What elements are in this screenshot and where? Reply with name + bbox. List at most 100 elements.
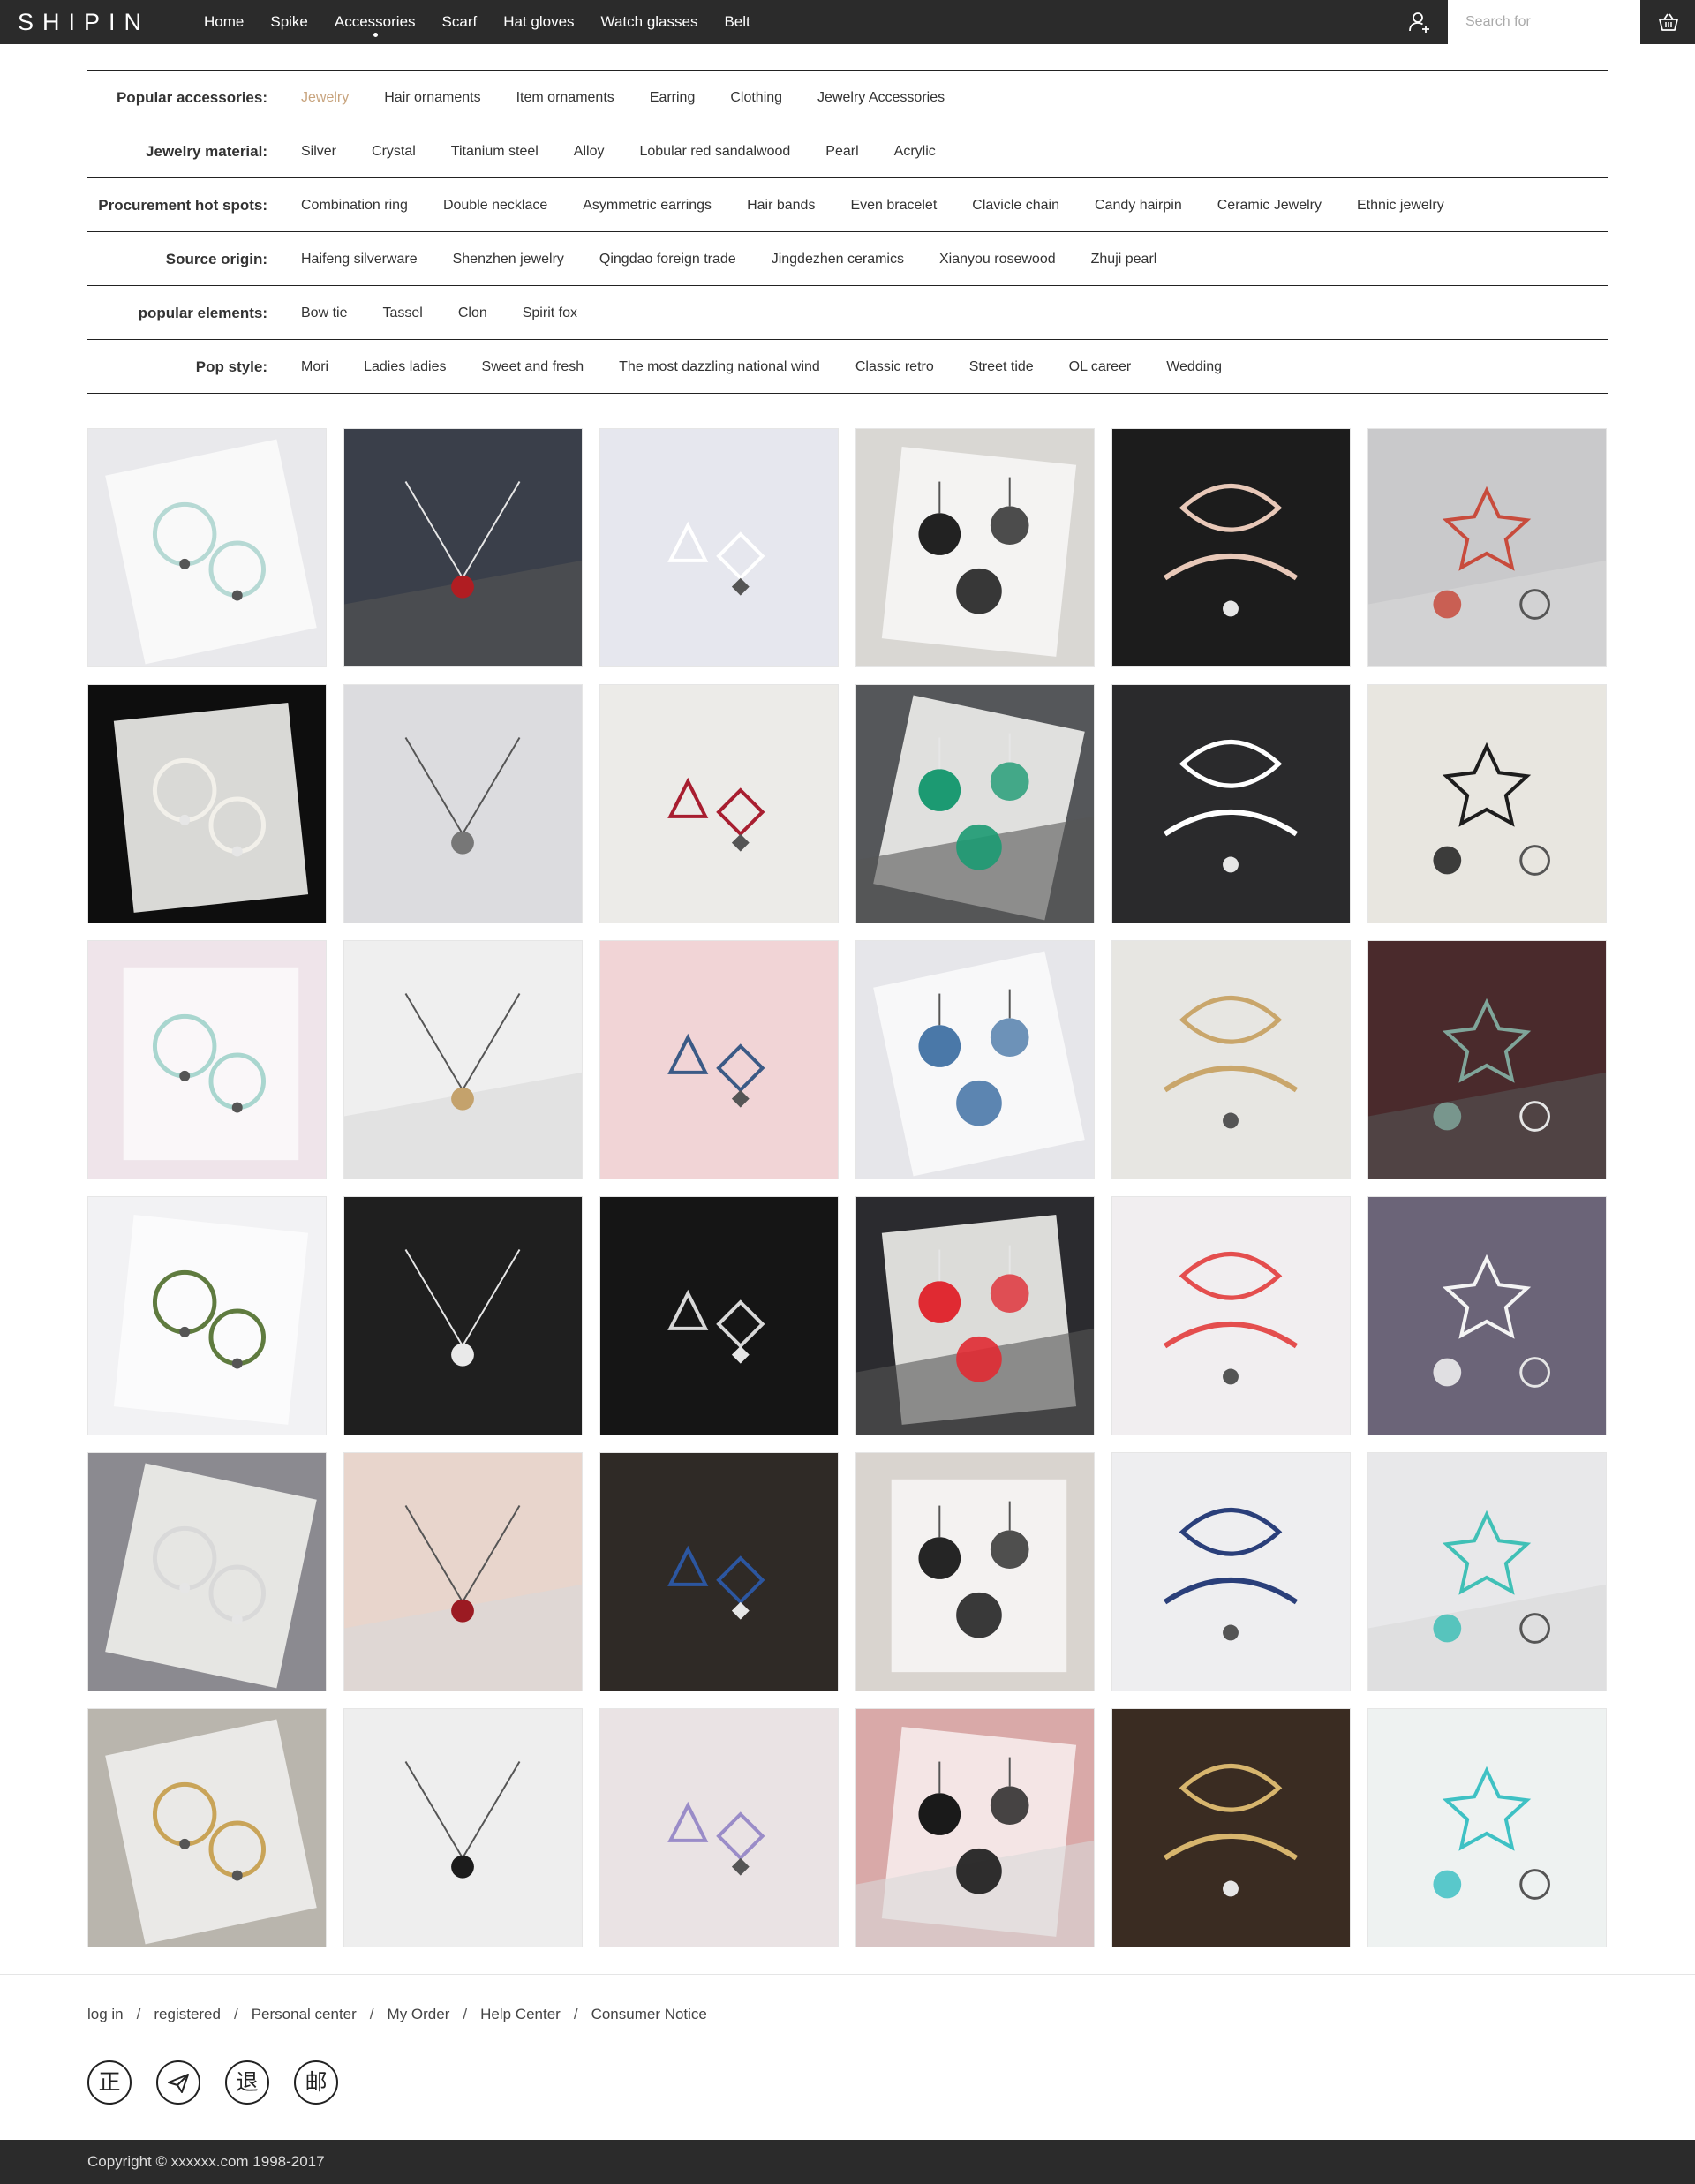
- product-thumbnail[interactable]: [855, 428, 1095, 667]
- filter-option[interactable]: Titanium steel: [451, 124, 539, 178]
- product-thumbnail[interactable]: [87, 940, 327, 1179]
- product-thumbnail[interactable]: [1111, 1196, 1351, 1435]
- product-thumbnail[interactable]: [1367, 684, 1607, 923]
- filter-option[interactable]: Jingdezhen ceramics: [772, 232, 904, 286]
- product-thumbnail[interactable]: [599, 940, 839, 1179]
- filter-option[interactable]: Haifeng silverware: [301, 232, 418, 286]
- product-thumbnail[interactable]: [1111, 940, 1351, 1179]
- genuine-icon[interactable]: 正: [87, 2060, 132, 2105]
- filter-option[interactable]: Jewelry: [301, 71, 349, 124]
- filter-option[interactable]: Lobular red sandalwood: [639, 124, 790, 178]
- product-thumbnail[interactable]: [1367, 1708, 1607, 1947]
- filter-option[interactable]: Tassel: [382, 286, 422, 340]
- footer-link-help-center[interactable]: Help Center: [480, 2006, 561, 2023]
- heart-earrings-image: [1112, 941, 1350, 1179]
- nav-item-hat-gloves[interactable]: Hat gloves: [490, 0, 587, 44]
- filter-option[interactable]: Asymmetric earrings: [583, 178, 712, 232]
- filter-option[interactable]: Crystal: [372, 124, 416, 178]
- paper-plane-icon[interactable]: [156, 2060, 200, 2105]
- filter-option[interactable]: The most dazzling national wind: [619, 340, 820, 394]
- product-thumbnail[interactable]: [1111, 428, 1351, 667]
- logo[interactable]: SHIPIN: [18, 0, 150, 44]
- filter-option[interactable]: Ethnic jewelry: [1357, 178, 1444, 232]
- product-thumbnail[interactable]: [343, 428, 583, 667]
- filter-option[interactable]: Wedding: [1166, 340, 1222, 394]
- product-thumbnail[interactable]: [599, 1708, 839, 1947]
- product-thumbnail[interactable]: [343, 1708, 583, 1947]
- filter-option[interactable]: OL career: [1069, 340, 1132, 394]
- filter-option[interactable]: Bow tie: [301, 286, 347, 340]
- footer-link-consumer-notice[interactable]: Consumer Notice: [591, 2006, 707, 2023]
- product-thumbnail[interactable]: [87, 684, 327, 923]
- filter-option[interactable]: Acrylic: [894, 124, 936, 178]
- product-thumbnail[interactable]: [1367, 940, 1607, 1179]
- filter-option[interactable]: Clavicle chain: [972, 178, 1059, 232]
- product-thumbnail[interactable]: [87, 1708, 327, 1947]
- gold-rings-image: [88, 1709, 326, 1947]
- nav-item-home[interactable]: Home: [191, 0, 257, 44]
- filter-option[interactable]: Xianyou rosewood: [939, 232, 1056, 286]
- product-thumbnail[interactable]: [855, 684, 1095, 923]
- search-input[interactable]: [1448, 0, 1640, 44]
- filter-option[interactable]: Hair ornaments: [384, 71, 480, 124]
- nav-item-scarf[interactable]: Scarf: [429, 0, 491, 44]
- filter-option[interactable]: Combination ring: [301, 178, 408, 232]
- product-thumbnail[interactable]: [599, 1196, 839, 1435]
- product-thumbnail[interactable]: [1367, 428, 1607, 667]
- filter-option[interactable]: Double necklace: [443, 178, 547, 232]
- product-thumbnail[interactable]: [87, 1452, 327, 1691]
- user-add-icon[interactable]: [1407, 10, 1432, 34]
- product-thumbnail[interactable]: [1111, 684, 1351, 923]
- product-thumbnail[interactable]: [1111, 1452, 1351, 1691]
- filter-option[interactable]: Spirit fox: [523, 286, 577, 340]
- product-thumbnail[interactable]: [343, 1452, 583, 1691]
- cart-button[interactable]: [1642, 0, 1695, 44]
- filter-option[interactable]: Street tide: [969, 340, 1034, 394]
- filter-option[interactable]: Ladies ladies: [364, 340, 446, 394]
- filter-option[interactable]: Clothing: [730, 71, 782, 124]
- filter-option[interactable]: Ceramic Jewelry: [1217, 178, 1322, 232]
- product-thumbnail[interactable]: [599, 684, 839, 923]
- filter-option[interactable]: Alloy: [574, 124, 605, 178]
- footer-link-my-order[interactable]: My Order: [388, 2006, 450, 2023]
- product-thumbnail[interactable]: [87, 1196, 327, 1435]
- product-thumbnail[interactable]: [855, 1452, 1095, 1691]
- nav-item-belt[interactable]: Belt: [711, 0, 763, 44]
- filter-option[interactable]: Sweet and fresh: [482, 340, 584, 394]
- hair-ties-book-image: [600, 941, 838, 1179]
- footer-link-personal-center[interactable]: Personal center: [252, 2006, 357, 2023]
- product-thumbnail[interactable]: [855, 940, 1095, 1179]
- product-thumbnail[interactable]: [1367, 1196, 1607, 1435]
- filter-option[interactable]: Zhuji pearl: [1091, 232, 1157, 286]
- filter-option[interactable]: Even bracelet: [850, 178, 937, 232]
- filter-option[interactable]: Classic retro: [855, 340, 934, 394]
- footer-link-registered[interactable]: registered: [154, 2006, 221, 2023]
- product-thumbnail[interactable]: [87, 428, 327, 667]
- filter-option[interactable]: Candy hairpin: [1095, 178, 1182, 232]
- filter-option[interactable]: Item ornaments: [516, 71, 614, 124]
- product-thumbnail[interactable]: [599, 1452, 839, 1691]
- mail-icon[interactable]: 邮: [294, 2060, 338, 2105]
- product-thumbnail[interactable]: [343, 1196, 583, 1435]
- filter-option[interactable]: Shenzhen jewelry: [453, 232, 564, 286]
- nav-item-accessories[interactable]: Accessories: [321, 0, 429, 44]
- product-thumbnail[interactable]: [1111, 1708, 1351, 1947]
- filter-option[interactable]: Silver: [301, 124, 336, 178]
- product-thumbnail[interactable]: [343, 684, 583, 923]
- product-thumbnail[interactable]: [599, 428, 839, 667]
- filter-option[interactable]: Clon: [458, 286, 487, 340]
- nav-item-watch-glasses[interactable]: Watch glasses: [588, 0, 712, 44]
- filter-option[interactable]: Qingdao foreign trade: [599, 232, 736, 286]
- nav-item-spike[interactable]: Spike: [257, 0, 321, 44]
- product-thumbnail[interactable]: [855, 1708, 1095, 1947]
- footer-link-log-in[interactable]: log in: [87, 2006, 124, 2023]
- product-thumbnail[interactable]: [343, 940, 583, 1179]
- filter-option[interactable]: Jewelry Accessories: [817, 71, 945, 124]
- product-thumbnail[interactable]: [1367, 1452, 1607, 1691]
- return-icon[interactable]: 退: [225, 2060, 269, 2105]
- product-thumbnail[interactable]: [855, 1196, 1095, 1435]
- filter-option[interactable]: Pearl: [825, 124, 858, 178]
- filter-option[interactable]: Earring: [650, 71, 696, 124]
- filter-option[interactable]: Hair bands: [747, 178, 815, 232]
- filter-option[interactable]: Mori: [301, 340, 328, 394]
